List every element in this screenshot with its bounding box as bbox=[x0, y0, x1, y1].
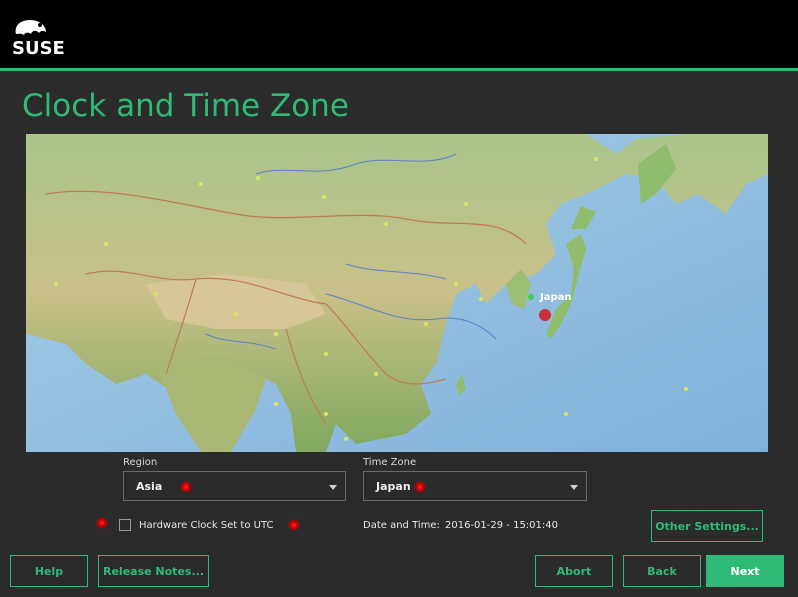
error-dot bbox=[539, 309, 551, 321]
chameleon-icon bbox=[15, 20, 46, 35]
error-dot bbox=[180, 481, 192, 493]
help-button[interactable]: Help bbox=[10, 555, 88, 587]
timezone-value: Japan bbox=[376, 480, 411, 493]
release-notes-button[interactable]: Release Notes... bbox=[98, 555, 209, 587]
region-label: Region bbox=[123, 457, 158, 468]
abort-button[interactable]: Abort bbox=[535, 555, 613, 587]
next-button[interactable]: Next bbox=[706, 555, 784, 587]
selected-city-label: Japan bbox=[539, 292, 572, 303]
suse-logo: SUSE bbox=[10, 14, 90, 59]
chevron-down-icon bbox=[329, 485, 337, 490]
header-bar bbox=[0, 0, 798, 68]
region-combobox[interactable]: Asia bbox=[123, 471, 346, 501]
timezone-label: Time Zone bbox=[363, 457, 417, 468]
timezone-map[interactable]: Japan bbox=[26, 134, 768, 452]
hardware-clock-label[interactable]: Hardware Clock Set to UTC bbox=[139, 520, 273, 531]
other-settings-button[interactable]: Other Settings... bbox=[651, 510, 763, 542]
error-dot bbox=[96, 517, 108, 529]
region-value: Asia bbox=[136, 480, 163, 493]
svg-text:SUSE: SUSE bbox=[12, 38, 65, 58]
page-title: Clock and Time Zone bbox=[22, 88, 349, 124]
error-dot bbox=[288, 519, 300, 531]
selected-city-marker bbox=[528, 294, 534, 300]
error-dot bbox=[414, 481, 426, 493]
header-accent-line bbox=[0, 68, 798, 71]
date-time-value: 2016-01-29 - 15:01:40 bbox=[445, 520, 558, 531]
back-button[interactable]: Back bbox=[623, 555, 701, 587]
timezone-combobox[interactable]: Japan bbox=[363, 471, 587, 501]
chevron-down-icon bbox=[570, 485, 578, 490]
date-time-label: Date and Time: bbox=[363, 520, 440, 531]
hardware-clock-checkbox[interactable] bbox=[119, 519, 131, 531]
